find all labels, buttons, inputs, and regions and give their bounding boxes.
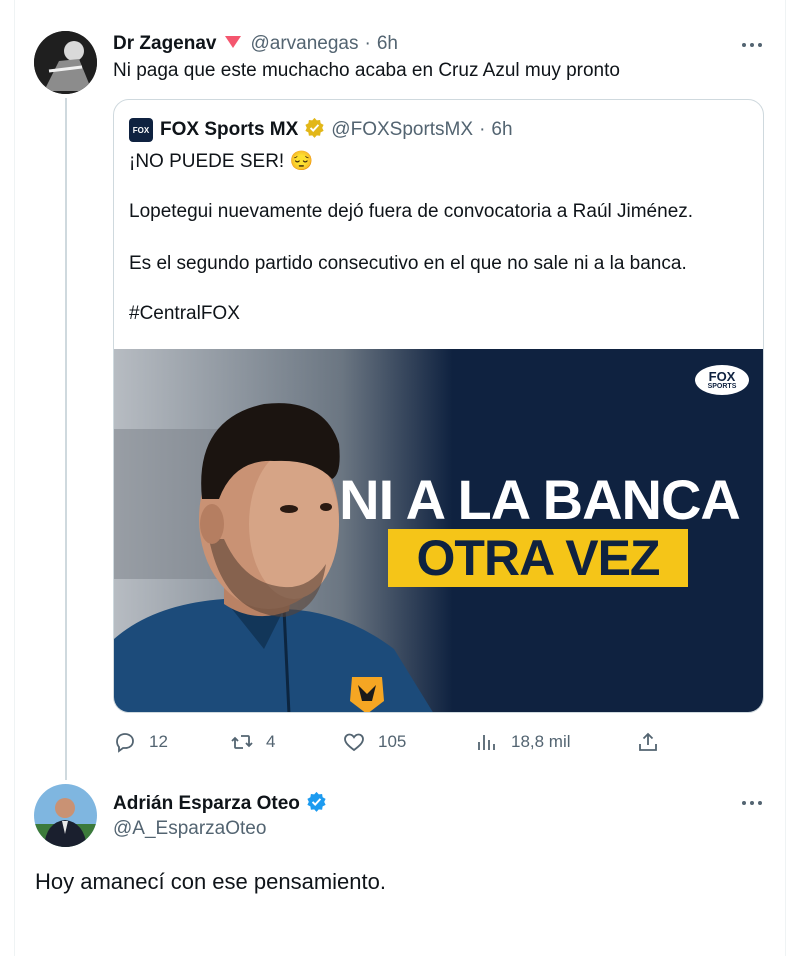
like-button[interactable]: 105 bbox=[342, 730, 406, 754]
share-button[interactable] bbox=[636, 730, 660, 754]
media-headline: NI A LA BANCA bbox=[339, 468, 741, 531]
fox-logo-line2: SPORTS bbox=[707, 383, 737, 390]
reply-button[interactable]: 12 bbox=[113, 730, 168, 754]
like-icon bbox=[344, 733, 364, 752]
repost-icon bbox=[231, 735, 253, 749]
repost-button[interactable]: 4 bbox=[230, 730, 275, 754]
media-subheadline: OTRA VEZ bbox=[416, 530, 661, 586]
tweet-header: Dr Zagenav @arvanegas · 6h bbox=[113, 31, 398, 57]
author-name[interactable]: Dr Zagenav bbox=[113, 33, 216, 55]
timestamp[interactable]: 6h bbox=[377, 33, 398, 55]
reply-header: Adrián Esparza Oteo bbox=[113, 791, 327, 817]
media-image[interactable]: FOX SPORTS NI A LA BANCA OTRA VEZ bbox=[114, 349, 763, 712]
quoted-text-line-3: Es el segundo partido consecutivo en el … bbox=[129, 253, 687, 274]
author-handle[interactable]: @arvanegas bbox=[250, 33, 358, 55]
reply-author-name[interactable]: Adrián Esparza Oteo bbox=[113, 793, 300, 815]
fox-sports-logo: FOX SPORTS bbox=[693, 363, 751, 397]
reply-icon bbox=[116, 733, 134, 753]
views-icon bbox=[478, 735, 495, 750]
hashtag-link[interactable]: #CentralFOX bbox=[129, 303, 240, 325]
quoted-author-name[interactable]: FOX Sports MX bbox=[160, 119, 298, 141]
thread-line bbox=[65, 98, 67, 780]
share-icon bbox=[639, 732, 657, 751]
more-icon[interactable] bbox=[742, 43, 762, 47]
separator: · bbox=[364, 33, 371, 54]
fox-logo-text: FOX bbox=[132, 125, 150, 135]
reply-text: Hoy amanecí con ese pensamiento. bbox=[35, 869, 386, 894]
reply-count: 12 bbox=[149, 732, 168, 751]
repost-count: 4 bbox=[266, 732, 276, 751]
views-count: 18,8 mil bbox=[511, 732, 571, 751]
like-count: 105 bbox=[378, 732, 407, 751]
tweet-text: Ni paga que este muchacho acaba en Cruz … bbox=[113, 60, 620, 81]
views-button[interactable]: 18,8 mil bbox=[475, 730, 571, 754]
quoted-text-line-1: ¡NO PUEDE SER! 😔 bbox=[129, 151, 314, 172]
avatar-image bbox=[34, 31, 97, 94]
fox-logo-line1: FOX bbox=[708, 369, 736, 384]
avatar[interactable] bbox=[34, 784, 97, 847]
quoted-text-line-2: Lopetegui nuevamente dejó fuera de convo… bbox=[129, 201, 694, 222]
avatar-image bbox=[34, 784, 97, 847]
reply-author-handle[interactable]: @A_EsparzaOteo bbox=[113, 818, 266, 840]
quoted-author-handle[interactable]: @FOXSportsMX bbox=[331, 119, 473, 141]
timeline-border-right bbox=[785, 0, 786, 956]
quoted-tweet[interactable]: FOX FOX Sports MX @FOXSportsMX · 6h ¡NO … bbox=[113, 99, 764, 713]
more-icon[interactable] bbox=[742, 801, 762, 805]
quoted-avatar[interactable]: FOX bbox=[129, 118, 153, 142]
separator: · bbox=[479, 119, 486, 140]
quoted-tweet-header: FOX FOX Sports MX @FOXSportsMX · 6h bbox=[129, 117, 513, 143]
pink-heart-icon bbox=[224, 35, 242, 54]
quoted-timestamp[interactable]: 6h bbox=[491, 119, 512, 141]
timeline-border-left bbox=[14, 0, 15, 956]
avatar[interactable] bbox=[34, 31, 97, 94]
verified-badge-icon bbox=[306, 791, 327, 817]
gold-verified-badge-icon bbox=[304, 117, 325, 143]
